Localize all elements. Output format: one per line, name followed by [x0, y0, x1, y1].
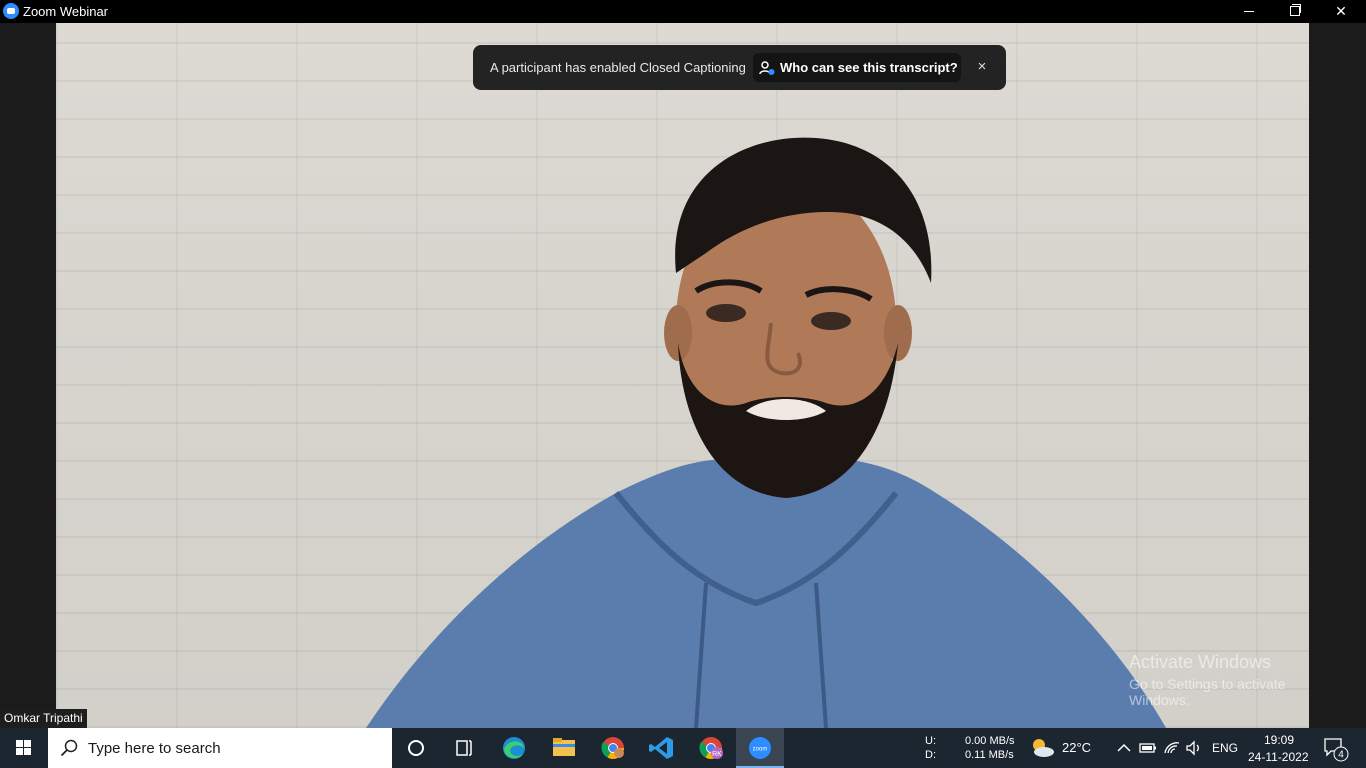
activate-windows-title: Activate Windows — [1129, 652, 1272, 672]
zoom-icon-label: zoom — [753, 747, 768, 753]
task-view-icon — [456, 740, 472, 756]
zoom-icon: zoom — [749, 737, 771, 759]
network-upload-label: U: — [925, 735, 936, 747]
who-can-see-transcript-button[interactable]: Who can see this transcript? — [753, 53, 961, 82]
folder-icon — [553, 738, 575, 756]
activate-windows-subtitle: Go to Settings to activate Windows. — [1129, 676, 1286, 708]
cortana-button[interactable] — [392, 728, 440, 768]
participant-image — [366, 137, 1166, 728]
windows-logo-icon — [16, 740, 31, 755]
show-hidden-icons-button[interactable] — [1114, 738, 1134, 758]
volume-button[interactable] — [1184, 738, 1204, 758]
network-download-rate: 0.11 MB/s — [965, 749, 1014, 761]
clock-date[interactable]: 24-11-2022 — [1248, 750, 1309, 764]
battery-icon — [1139, 743, 1156, 753]
chrome-profile-taskbar-button[interactable]: RK — [687, 728, 735, 768]
battery-button[interactable] — [1138, 738, 1158, 758]
vscode-taskbar-button[interactable] — [638, 728, 686, 768]
network-upload-rate: 0.00 MB/s — [965, 735, 1015, 747]
weather-temperature: 22°C — [1062, 740, 1092, 755]
clock-time[interactable]: 19:09 — [1264, 733, 1294, 747]
network-download-label: D: — [925, 749, 936, 761]
taskbar-search-box[interactable]: Type here to search — [48, 728, 392, 768]
cortana-circle-icon — [408, 740, 424, 756]
language-indicator[interactable]: ENG — [1212, 741, 1238, 755]
start-button[interactable] — [0, 728, 48, 768]
edge-icon — [503, 737, 525, 759]
activate-windows-watermark: Activate Windows Go to Settings to activ… — [1129, 652, 1309, 708]
closed-captioning-banner: A participant has enabled Closed Caption… — [473, 45, 1006, 90]
participant-video: A participant has enabled Closed Caption… — [56, 23, 1309, 728]
edge-taskbar-button[interactable] — [490, 728, 538, 768]
search-placeholder: Type here to search — [88, 740, 221, 757]
cc-message: A participant has enabled Closed Caption… — [490, 60, 746, 75]
windows-taskbar: Type here to search RK zoom U: D: 0.00 M… — [0, 728, 1366, 768]
chrome-profile-icon: RK — [699, 737, 723, 759]
close-window-button[interactable]: ✕ — [1318, 0, 1364, 23]
meeting-area: A participant has enabled Closed Caption… — [0, 23, 1366, 728]
notification-count: 4 — [1338, 750, 1344, 761]
partly-cloudy-icon — [1033, 739, 1054, 757]
chrome-profile-badge: RK — [712, 751, 722, 758]
vscode-icon — [649, 737, 673, 759]
weather-widget[interactable] — [1028, 734, 1056, 762]
search-icon — [60, 739, 78, 757]
chevron-up-icon — [1117, 743, 1131, 752]
wifi-icon — [1164, 742, 1180, 754]
network-button[interactable] — [1162, 738, 1182, 758]
zoom-taskbar-button[interactable]: zoom — [736, 728, 784, 768]
minimize-button[interactable] — [1226, 0, 1272, 23]
who-can-see-transcript-label: Who can see this transcript? — [780, 60, 958, 75]
notification-icon: 4 — [1324, 738, 1349, 762]
action-center-button[interactable]: 4 — [1323, 736, 1349, 762]
speaker-icon — [1186, 740, 1199, 756]
participant-name-label: Omkar Tripathi — [0, 709, 87, 728]
file-explorer-button[interactable] — [540, 728, 588, 768]
maximize-button[interactable] — [1272, 0, 1318, 23]
zoom-app-icon — [3, 3, 19, 19]
window-title: Zoom Webinar — [23, 4, 109, 19]
window-titlebar: Zoom Webinar ✕ — [0, 0, 1366, 23]
chrome-taskbar-button[interactable] — [589, 728, 637, 768]
task-view-button[interactable] — [440, 728, 488, 768]
close-banner-button[interactable]: × — [972, 57, 992, 77]
chrome-icon — [601, 737, 624, 759]
person-info-icon — [759, 61, 775, 75]
